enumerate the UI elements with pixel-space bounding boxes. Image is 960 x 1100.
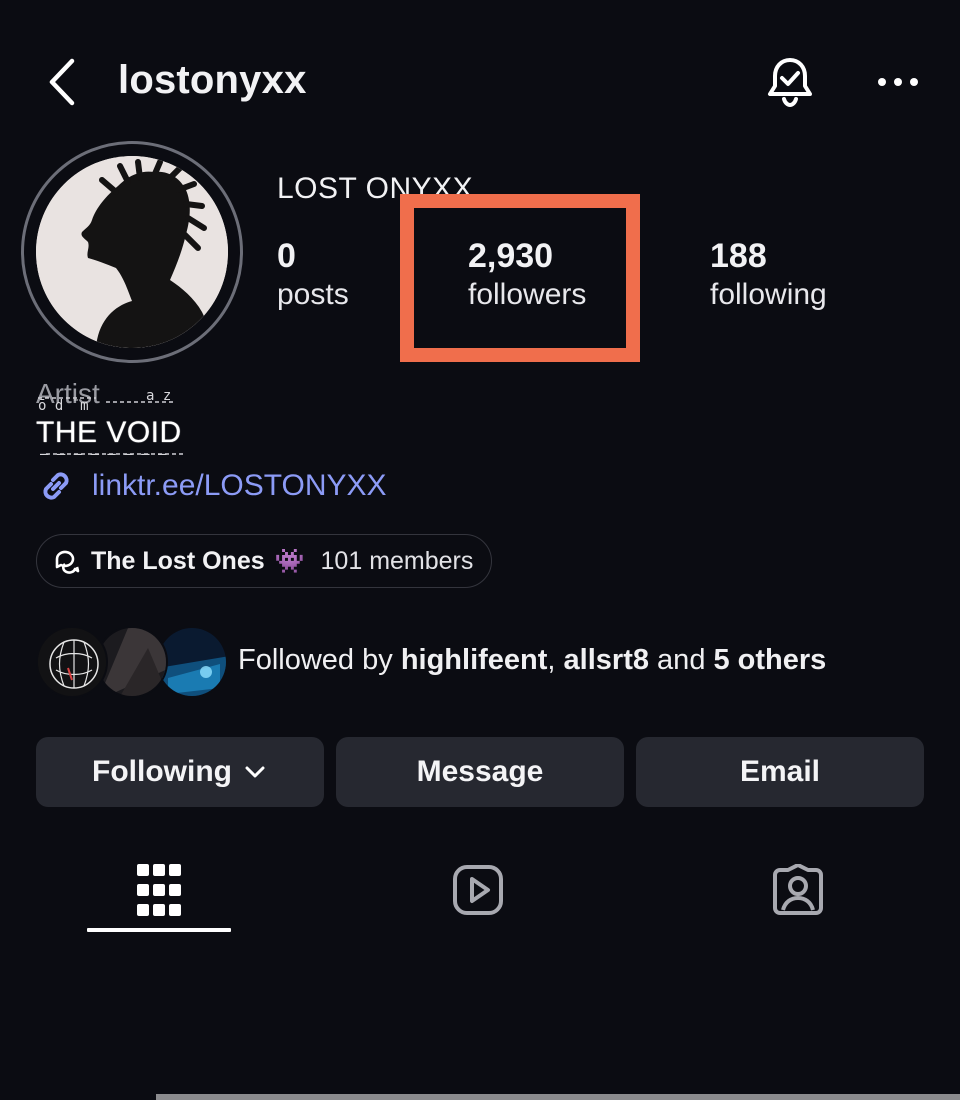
svg-text:ō d ̄ m: ō d ̄ m [38, 398, 89, 414]
mutual-avatar-1 [36, 626, 108, 698]
following-stat[interactable]: 188 following [710, 236, 827, 314]
mutual-user-2: allsrt8 [563, 644, 649, 676]
tab-tagged[interactable] [728, 848, 868, 932]
tab-posts-grid[interactable] [89, 848, 229, 932]
home-indicator [156, 1094, 960, 1100]
email-button-label: Email [739, 755, 821, 788]
followed-by-and: and [649, 644, 714, 676]
grid-icon [137, 864, 181, 916]
posts-count: 0 [277, 237, 296, 275]
following-count: 188 [710, 237, 767, 275]
active-tab-indicator [87, 928, 231, 932]
followed-by-separator: , [547, 644, 564, 676]
more-options-button[interactable] [870, 60, 926, 104]
mutual-others: 5 others [713, 644, 827, 676]
more-horizontal-icon [878, 78, 918, 86]
mutual-followers-avatars[interactable] [36, 626, 228, 698]
channel-members: 101 members [320, 546, 474, 575]
bio-link[interactable]: linktr.ee/LOSTONYXX [36, 466, 387, 506]
channel-name: The Lost Ones [91, 546, 265, 575]
alien-monster-emoji: 👾 [274, 547, 305, 575]
bell-check-icon [768, 58, 812, 108]
broadcast-channel-pill[interactable]: The Lost Ones 👾 101 members [36, 534, 493, 588]
tagged-icon [773, 864, 823, 915]
chevron-down-icon [245, 766, 265, 778]
profile-avatar[interactable] [36, 156, 228, 348]
email-button[interactable]: Email [636, 737, 924, 807]
mutual-user-1: highlifeent [400, 644, 548, 676]
message-button[interactable]: Message [336, 737, 624, 807]
followers-highlight-box [400, 194, 640, 362]
reels-icon [453, 865, 503, 915]
following-button[interactable]: Following [36, 737, 324, 807]
chevron-left-icon [49, 58, 75, 106]
following-label: following [710, 278, 827, 311]
message-button-label: Message [416, 755, 544, 788]
chat-bubbles-icon [55, 550, 80, 574]
followed-by-text[interactable]: Followed by highlifeent, allsrt8 and 5 o… [238, 644, 826, 677]
posts-stat[interactable]: 0 posts [277, 236, 349, 314]
profile-username: lostonyxx [118, 58, 307, 102]
posts-label: posts [277, 278, 349, 311]
link-icon [43, 472, 69, 500]
back-button[interactable] [40, 55, 88, 109]
tab-reels[interactable] [408, 848, 548, 932]
silhouette-image [36, 156, 228, 348]
followed-by-prefix: Followed by [238, 644, 401, 676]
link-text: linktr.ee/LOSTONYXX [92, 469, 387, 502]
following-button-label: Following [92, 755, 232, 788]
notifications-button[interactable] [762, 54, 818, 110]
bio-text: THE VOID [36, 416, 182, 449]
